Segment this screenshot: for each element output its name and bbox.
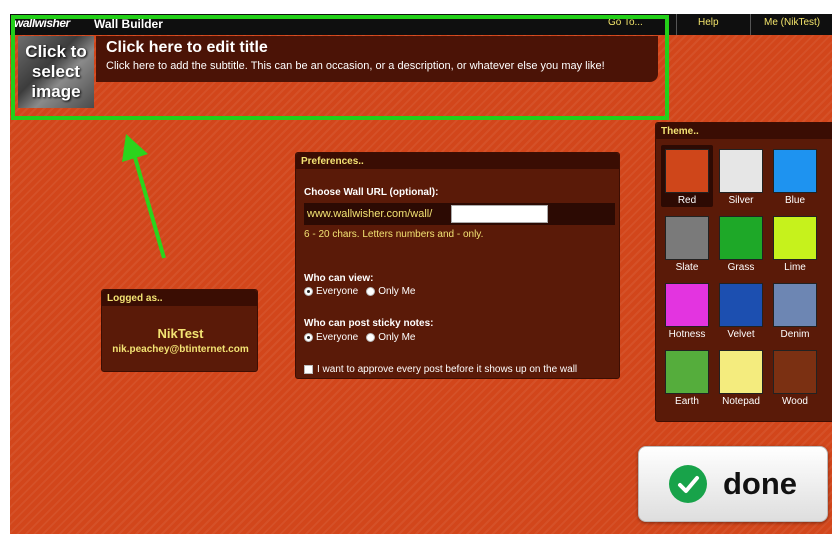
view-everyone-radio[interactable] — [304, 287, 313, 296]
nav-divider — [750, 14, 751, 35]
post-label: Who can post sticky notes: — [304, 318, 434, 329]
user-email: nik.peachey@btinternet.com — [112, 344, 249, 355]
theme-name: Lime — [784, 262, 806, 273]
theme-swatch — [665, 149, 709, 193]
done-button[interactable]: done — [638, 446, 828, 522]
preferences-panel: Preferences.. Choose Wall URL (optional)… — [295, 152, 620, 379]
theme-option-wood[interactable]: Wood — [769, 346, 821, 408]
theme-name: Wood — [782, 396, 808, 407]
theme-swatch — [719, 149, 763, 193]
theme-option-blue[interactable]: Blue — [769, 145, 821, 207]
theme-option-silver[interactable]: Silver — [715, 145, 767, 207]
post-options: Everyone Only Me — [304, 332, 415, 343]
nav-divider — [676, 14, 677, 35]
theme-swatch — [773, 216, 817, 260]
approve-row: I want to approve every post before it s… — [304, 364, 577, 375]
theme-name: Earth — [675, 396, 699, 407]
panel-header: Logged as.. — [102, 290, 257, 306]
theme-option-red[interactable]: Red — [661, 145, 713, 207]
url-hint: 6 - 20 chars. Letters numbers and - only… — [304, 229, 484, 240]
theme-swatch — [665, 216, 709, 260]
theme-swatch — [665, 350, 709, 394]
pointer-arrow-icon — [122, 134, 166, 259]
wall-builder-canvas: wallwisher Wall Builder Go To... Help Me… — [10, 14, 832, 534]
theme-name: Grass — [727, 262, 755, 273]
wall-url-input[interactable] — [451, 205, 548, 223]
theme-name: Hotness — [668, 329, 706, 340]
radio-label: Everyone — [316, 332, 359, 343]
approve-label: I want to approve every post before it s… — [317, 364, 578, 375]
done-label: done — [722, 466, 798, 501]
theme-swatch — [719, 216, 763, 260]
theme-swatch — [773, 350, 817, 394]
theme-name: Blue — [784, 195, 805, 206]
checkmark-icon — [668, 465, 707, 503]
theme-swatch — [719, 350, 763, 394]
help-link[interactable]: Help — [698, 17, 719, 28]
theme-option-slate[interactable]: Slate — [661, 212, 713, 274]
theme-option-denim[interactable]: Denim — [769, 279, 821, 341]
approve-posts-checkbox[interactable] — [304, 365, 313, 374]
theme-swatch — [719, 283, 763, 327]
theme-panel: Theme.. Red Silver Blue Slate Grass Lime Hotne… — [655, 122, 832, 422]
highlight-box — [11, 15, 669, 120]
theme-option-notepad[interactable]: Notepad — [715, 346, 767, 408]
url-prefix: www.wallwisher.com/wall/ — [307, 208, 433, 220]
theme-option-lime[interactable]: Lime — [769, 212, 821, 274]
url-label: Choose Wall URL (optional): — [304, 187, 439, 198]
post-everyone-radio[interactable] — [304, 333, 313, 342]
theme-option-hotness[interactable]: Hotness — [661, 279, 713, 341]
theme-name: Silver — [728, 195, 754, 206]
username: NikTest — [157, 326, 204, 341]
theme-swatch — [773, 283, 817, 327]
radio-label: Everyone — [316, 286, 359, 297]
post-only-me-radio[interactable] — [366, 333, 376, 342]
theme-name: Velvet — [727, 329, 755, 340]
theme-swatch — [665, 283, 709, 327]
theme-name: Denim — [780, 329, 810, 340]
url-row: www.wallwisher.com/wall/ — [304, 203, 615, 225]
theme-option-earth[interactable]: Earth — [661, 346, 713, 408]
logged-as-panel: Logged as.. NikTest nik.peachey@btintern… — [101, 289, 258, 372]
theme-option-velvet[interactable]: Velvet — [715, 279, 767, 341]
panel-header: Theme.. — [656, 123, 832, 139]
theme-swatch — [773, 149, 817, 193]
view-label: Who can view: — [304, 273, 374, 284]
theme-name: Red — [677, 195, 697, 206]
theme-name: Notepad — [722, 396, 760, 407]
theme-option-grass[interactable]: Grass — [715, 212, 767, 274]
radio-label: Only Me — [378, 286, 416, 297]
view-options: Everyone Only Me — [304, 286, 415, 297]
view-only-me-radio[interactable] — [366, 287, 376, 296]
radio-label: Only Me — [378, 332, 416, 343]
panel-header: Preferences.. — [296, 153, 619, 169]
theme-name: Slate — [675, 262, 699, 273]
user-menu[interactable]: Me (NikTest) — [764, 17, 820, 28]
